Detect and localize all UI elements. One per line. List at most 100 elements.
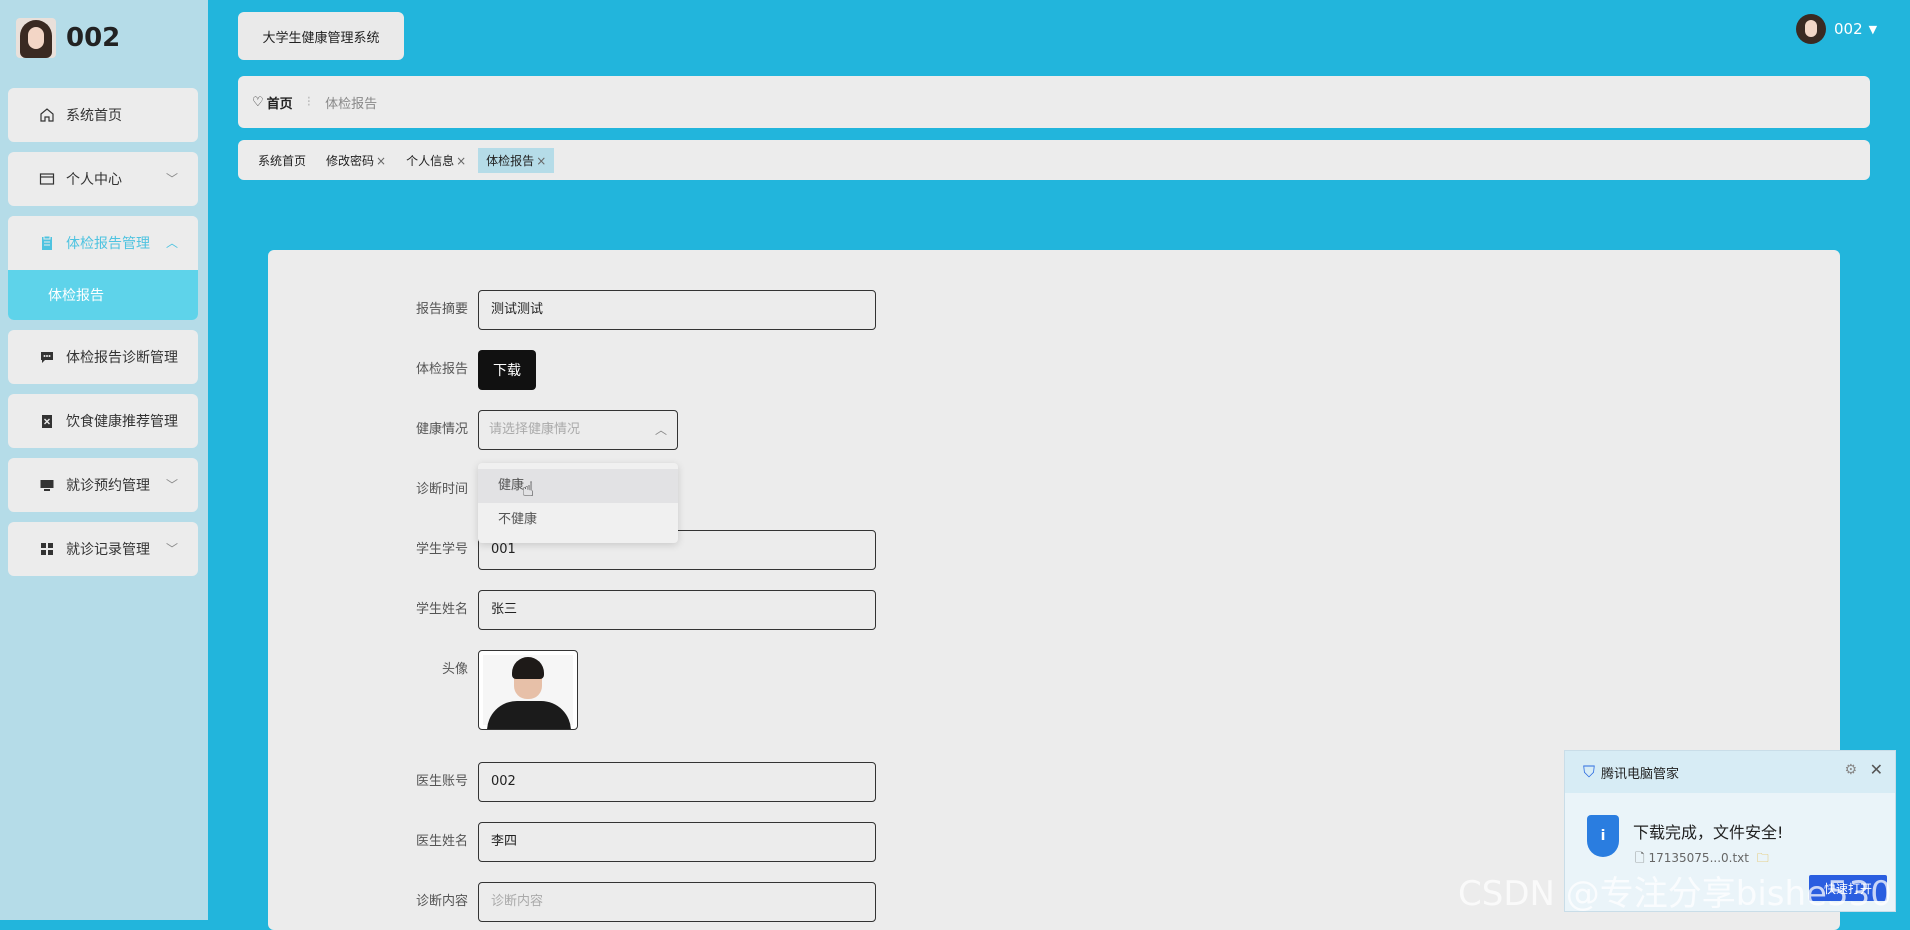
sidebar-item-label: 就诊预约管理: [66, 478, 150, 494]
breadcrumb-separator: ⁝: [306, 94, 312, 110]
sidebar-item-label: 饮食健康推荐管理: [66, 414, 178, 430]
shield-icon: ⛉: [1583, 762, 1596, 781]
tab-label: 系统首页: [258, 153, 307, 168]
row-diagnosis-content: 诊断内容 诊断内容: [268, 882, 1168, 922]
notification-brand: 腾讯电脑管家: [1601, 766, 1680, 782]
close-icon[interactable]: ×: [376, 154, 386, 168]
row-student-id: 学生学号 001: [268, 530, 1168, 570]
settings-icon[interactable]: ⚙: [1844, 762, 1857, 778]
sidebar-item-record-management[interactable]: 就诊记录管理 ﹀: [8, 522, 198, 576]
health-dropdown: 健康 不健康 ☝: [478, 463, 678, 543]
sidebar-item-appointment-management[interactable]: 就诊预约管理 ﹀: [8, 458, 198, 512]
folder-icon[interactable]: 🗀: [1757, 851, 1769, 865]
sidebar: 002 系统首页 个人中心 ﹀ 体检报告管理 ︿ 体检报告 体检报告诊断管理 饮…: [0, 0, 208, 920]
chevron-up-icon: ︿: [165, 236, 178, 250]
sidebar-item-label: 体检报告管理: [66, 236, 150, 252]
tab-label: 体检报告: [486, 153, 535, 168]
dropdown-option-unhealthy[interactable]: 不健康: [478, 503, 678, 537]
chevron-up-icon: ︿: [654, 423, 667, 437]
sidebar-item-diet-management[interactable]: 饮食健康推荐管理: [8, 394, 198, 448]
chevron-down-icon: ﹀: [165, 172, 178, 186]
diagnosis-content-label: 诊断内容: [415, 894, 468, 909]
sidebar-item-home[interactable]: 系统首页: [8, 88, 198, 142]
close-icon[interactable]: ✕: [1870, 760, 1883, 779]
sidebar-item-label: 个人中心: [66, 172, 122, 188]
student-name-input[interactable]: 张三: [478, 590, 876, 630]
chevron-down-icon: ﹀: [165, 478, 178, 492]
breadcrumb-home[interactable]: ♡ 首页: [252, 93, 293, 112]
student-name-label: 学生姓名: [415, 602, 468, 617]
avatar: [16, 18, 56, 58]
diagnosis-time-label: 诊断时间: [415, 482, 468, 497]
caret-down-icon: ▼: [1868, 22, 1878, 36]
close-icon[interactable]: ×: [536, 154, 546, 168]
profile: 002: [16, 18, 120, 58]
tab-label: 个人信息: [406, 153, 455, 168]
tab-change-password[interactable]: 修改密码 ×: [318, 148, 394, 173]
student-id-label: 学生学号: [415, 542, 468, 557]
sidebar-menu: 系统首页 个人中心 ﹀ 体检报告管理 ︿ 体检报告 体检报告诊断管理 饮食健康推…: [8, 88, 198, 586]
hand-cursor-icon: ☝: [522, 477, 535, 501]
sidebar-item-label: 就诊记录管理: [66, 542, 150, 558]
chat-icon: [38, 348, 56, 366]
tab-label: 修改密码: [326, 153, 375, 168]
heart-icon: ♡: [252, 94, 264, 110]
chevron-down-icon: ﹀: [165, 542, 178, 556]
health-label: 健康情况: [415, 422, 468, 437]
card-icon: [38, 170, 56, 188]
row-avatar: 头像: [268, 650, 1168, 730]
box-icon: [38, 412, 56, 430]
notification-title: 下载完成，文件安全!: [1633, 823, 1784, 842]
user-avatar: [1796, 14, 1826, 44]
report-label: 体检报告: [415, 362, 468, 377]
tabs-bar: 系统首页 修改密码 × 个人信息 × 体检报告 ×: [238, 140, 1870, 180]
download-button[interactable]: 下载: [478, 350, 536, 390]
row-report: 体检报告 下载: [268, 350, 1168, 390]
dropdown-option-healthy[interactable]: 健康: [478, 469, 678, 503]
sidebar-item-label: 体检报告诊断管理: [66, 350, 178, 366]
row-student-name: 学生姓名 张三: [268, 590, 1168, 630]
close-icon[interactable]: ×: [456, 154, 466, 168]
notification-file-name: 17135075...0.txt: [1648, 851, 1749, 865]
monitor-icon: [38, 476, 56, 494]
row-doctor-account: 医生账号 002: [268, 762, 1168, 802]
watermark: CSDN @专注分享bishe530: [1458, 874, 1892, 914]
sidebar-group-report: 体检报告管理 ︿ 体检报告: [8, 216, 198, 320]
notification-header: ⛉ 腾讯电脑管家 ⚙ ✕: [1565, 751, 1895, 793]
clipboard-icon: [38, 234, 56, 252]
breadcrumb-home-label: 首页: [266, 96, 293, 112]
sidebar-item-label: 系统首页: [66, 108, 122, 124]
app-title-button[interactable]: 大学生健康管理系统: [238, 12, 404, 60]
tab-personal-info[interactable]: 个人信息 ×: [398, 148, 474, 173]
shield-info-icon: i: [1587, 815, 1619, 857]
doctor-name-input[interactable]: 李四: [478, 822, 876, 862]
tab-report[interactable]: 体检报告 ×: [478, 147, 555, 173]
doctor-name-label: 医生姓名: [415, 834, 468, 849]
summary-input[interactable]: 测试测试: [478, 290, 876, 330]
user-menu[interactable]: 002 ▼: [1796, 14, 1877, 44]
row-health: 健康情况 请选择健康情况 ︿: [268, 410, 1168, 450]
sidebar-item-diagnosis-management[interactable]: 体检报告诊断管理: [8, 330, 198, 384]
tab-home[interactable]: 系统首页: [250, 148, 314, 173]
sidebar-item-report-management[interactable]: 体检报告管理 ︿: [8, 216, 198, 270]
health-select-placeholder: 请选择健康情况: [489, 422, 581, 437]
user-name: 002: [1834, 20, 1863, 38]
sidebar-item-personal[interactable]: 个人中心 ﹀: [8, 152, 198, 206]
home-icon: [38, 106, 56, 124]
avatar-label: 头像: [441, 662, 468, 677]
profile-name: 002: [66, 23, 121, 53]
row-diagnosis-time: 诊断时间: [268, 470, 1168, 510]
student-photo[interactable]: [478, 650, 578, 730]
row-doctor-name: 医生姓名 李四: [268, 822, 1168, 862]
file-icon: 🗋: [1635, 851, 1645, 865]
summary-label: 报告摘要: [415, 302, 468, 317]
row-summary: 报告摘要 测试测试: [268, 290, 1168, 330]
doctor-account-input[interactable]: 002: [478, 762, 876, 802]
health-select[interactable]: 请选择健康情况 ︿: [478, 410, 678, 450]
doctor-account-label: 医生账号: [415, 774, 468, 789]
sidebar-subitem-report[interactable]: 体检报告: [8, 270, 198, 320]
diagnosis-content-input[interactable]: 诊断内容: [478, 882, 876, 922]
breadcrumb: ♡ 首页 ⁝ 体检报告: [238, 76, 1870, 128]
grid-icon: [38, 540, 56, 558]
breadcrumb-current: 体检报告: [325, 96, 378, 112]
